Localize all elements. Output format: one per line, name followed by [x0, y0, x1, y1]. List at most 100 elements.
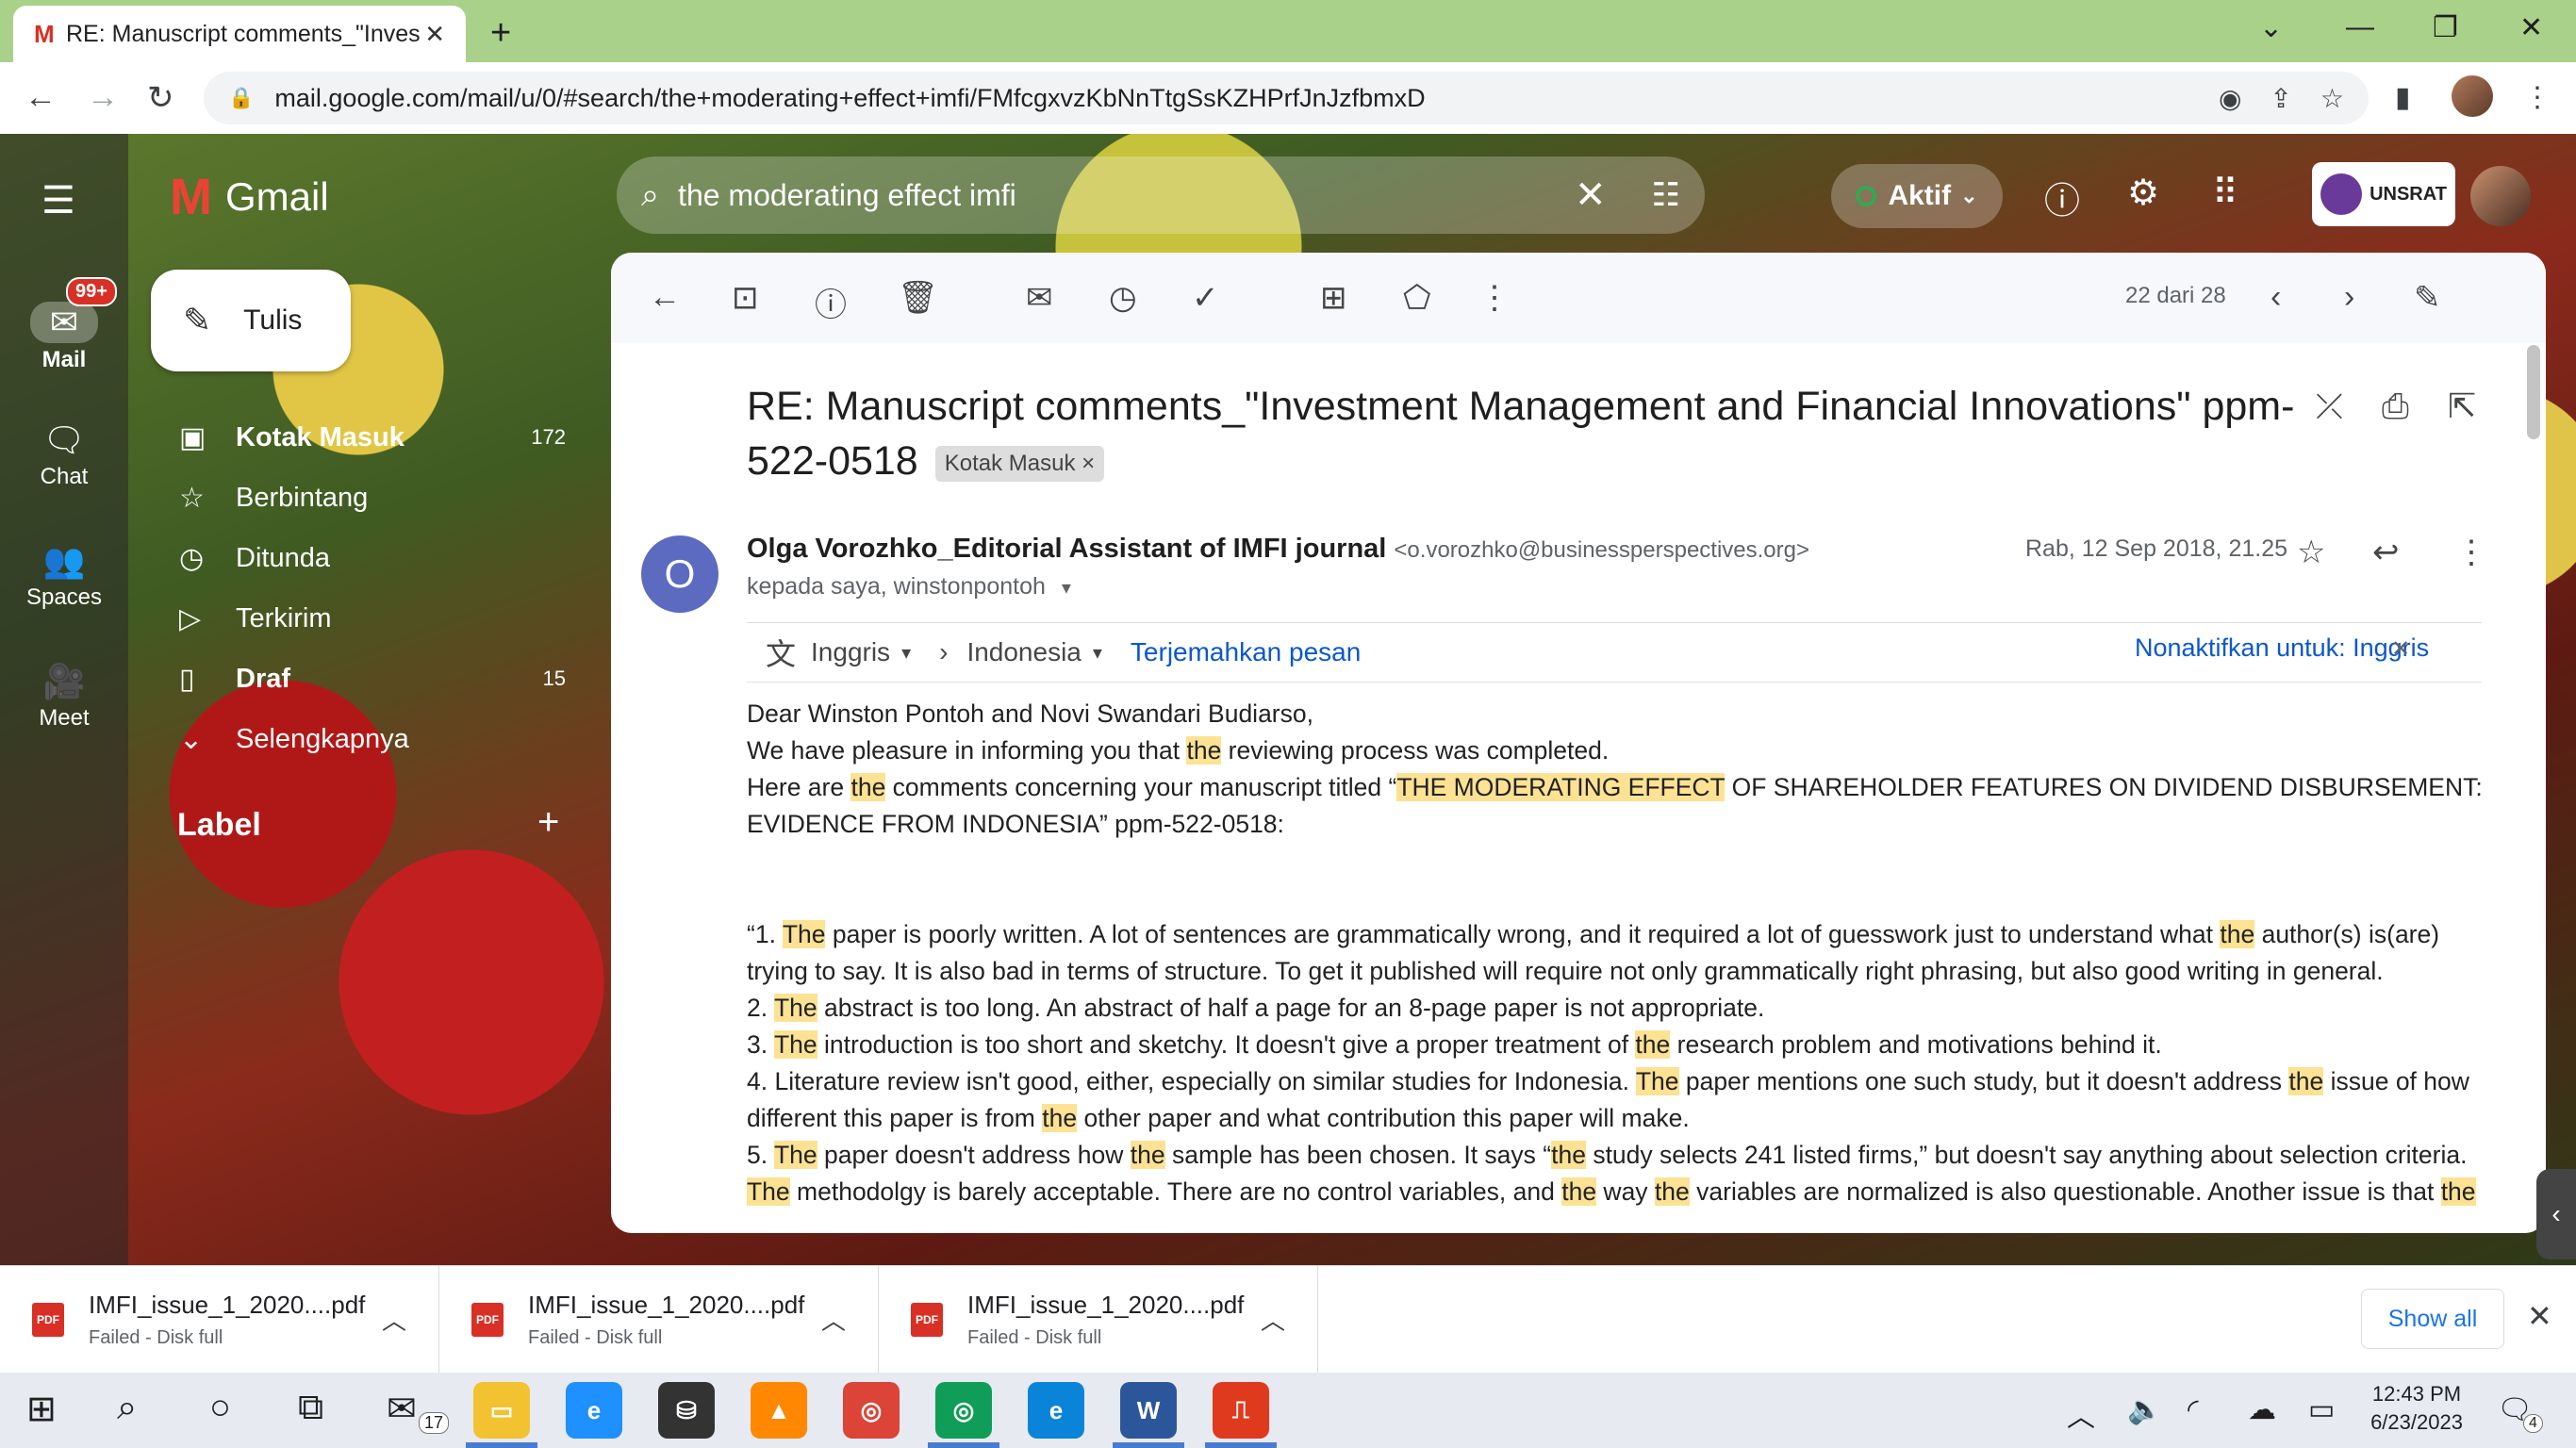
minimize-icon[interactable]: —: [2346, 11, 2374, 43]
mail-app-icon[interactable]: ✉: [387, 1388, 417, 1430]
edge-icon[interactable]: e: [1028, 1382, 1084, 1439]
reload-icon[interactable]: ↻: [147, 79, 174, 117]
status-button[interactable]: Aktif ⌄: [1831, 164, 2003, 228]
chevron-down-icon[interactable]: ▾: [1093, 641, 1102, 665]
inbox-label-chip[interactable]: Kotak Masuk ×: [934, 445, 1105, 482]
search-icon[interactable]: ⌕: [641, 177, 659, 214]
chrome-icon[interactable]: ◎: [843, 1382, 900, 1439]
nav-drafts[interactable]: ▯ Draf 15: [179, 652, 575, 705]
main-menu-icon[interactable]: ☰: [41, 179, 75, 222]
tray-overflow-icon[interactable]: ︿: [2067, 1393, 2095, 1435]
collapse-all-icon[interactable]: ⤫: [2316, 387, 2343, 427]
side-panel-icon[interactable]: ▮: [2395, 81, 2411, 114]
close-window-icon[interactable]: ✕: [2519, 11, 2543, 44]
store-icon[interactable]: ⛁: [658, 1382, 715, 1439]
label-icon[interactable]: ⬠: [1403, 279, 1431, 317]
scrollbar-thumb[interactable]: [2527, 345, 2540, 439]
back-to-list-icon[interactable]: ←: [649, 279, 681, 316]
sender-avatar[interactable]: O: [641, 535, 718, 613]
internet-explorer-icon[interactable]: e: [566, 1382, 622, 1439]
vlc-icon[interactable]: ▲: [751, 1382, 807, 1439]
system-clock[interactable]: 12:43 PM 6/23/2023: [2365, 1380, 2469, 1437]
battery-icon[interactable]: ▭: [2308, 1393, 2335, 1426]
download-item[interactable]: PDF IMFI_issue_1_2020....pdf Failed - Di…: [879, 1266, 1318, 1374]
sender-name[interactable]: Olga Vorozhko_Editorial Assistant of IMF…: [747, 534, 1386, 564]
rail-chat[interactable]: 🗨 Chat: [0, 420, 128, 490]
chrome-profile-icon[interactable]: ◎: [935, 1382, 992, 1439]
open-new-window-icon[interactable]: ⇱: [2448, 387, 2476, 426]
pdf-reader-icon[interactable]: ⎍: [1213, 1382, 1269, 1439]
bookmark-star-icon[interactable]: ☆: [2320, 83, 2344, 114]
chrome-menu-icon[interactable]: ⋮: [2523, 81, 2551, 114]
recipients-line[interactable]: kepada saya, winstonpontoh ▾: [747, 573, 1071, 601]
close-translate-icon[interactable]: ✕: [2391, 635, 2410, 663]
target-language-select[interactable]: Indonesia: [966, 637, 1081, 667]
file-explorer-icon[interactable]: ▭: [473, 1382, 530, 1439]
new-tab-icon[interactable]: +: [490, 13, 511, 54]
input-tools-icon[interactable]: ✎: [2414, 279, 2441, 317]
cortana-icon[interactable]: ○: [209, 1388, 231, 1428]
gmail-logo[interactable]: M Gmail: [170, 168, 329, 226]
profile-avatar[interactable]: [2452, 75, 2493, 117]
print-icon[interactable]: ⎙: [2382, 387, 2409, 427]
report-spam-icon[interactable]: ⓘ: [815, 279, 847, 325]
nav-inbox[interactable]: ▣ Kotak Masuk 172: [179, 411, 575, 464]
restore-icon[interactable]: ❐: [2433, 11, 2458, 44]
rail-mail[interactable]: ✉ Mail: [0, 302, 128, 373]
older-icon[interactable]: ›: [2344, 279, 2354, 316]
archive-icon[interactable]: ⊡: [732, 279, 759, 317]
nav-sent[interactable]: ▷ Terkirim: [179, 592, 575, 645]
reply-icon[interactable]: ↩: [2372, 534, 2400, 571]
delete-icon[interactable]: 🗑: [898, 279, 938, 317]
source-language-select[interactable]: Inggris: [811, 637, 890, 667]
tab-search-icon[interactable]: ⌄: [2259, 11, 2283, 44]
mark-unread-icon[interactable]: ✉: [1026, 279, 1053, 317]
side-panel-toggle-icon[interactable]: ‹: [2536, 1169, 2576, 1259]
org-logo[interactable]: UNSRAT: [2312, 162, 2455, 226]
search-bar[interactable]: ⌕ the moderating effect imfi ✕ ☷: [617, 156, 1705, 234]
recipients-dropdown-icon[interactable]: ▾: [1062, 578, 1071, 599]
chevron-up-icon[interactable]: ︿: [1261, 1302, 1285, 1337]
search-input[interactable]: the moderating effect imfi: [678, 178, 1575, 213]
nav-starred[interactable]: ☆ Berbintang: [179, 471, 575, 524]
share-icon[interactable]: ⇪: [2270, 83, 2291, 114]
task-view-icon[interactable]: ⧉: [298, 1388, 323, 1428]
rail-meet[interactable]: 🎥 Meet: [0, 662, 128, 732]
add-task-icon[interactable]: ✓: [1192, 279, 1219, 317]
volume-icon[interactable]: 🔈: [2127, 1393, 2162, 1426]
help-icon[interactable]: ⓘ: [2044, 172, 2080, 223]
search-icon[interactable]: ⌕: [117, 1388, 137, 1428]
remove-label-icon[interactable]: ×: [1082, 451, 1095, 476]
rail-spaces[interactable]: 👥 Spaces: [0, 541, 128, 611]
add-label-icon[interactable]: +: [537, 801, 559, 844]
newer-icon[interactable]: ‹: [2271, 279, 2281, 316]
lock-icon[interactable]: 🔒: [228, 86, 254, 110]
nav-more[interactable]: ⌄ Selengkapnya: [179, 713, 575, 765]
browser-tab[interactable]: M RE: Manuscript comments_"Inves ✕: [13, 6, 466, 62]
disable-translate-link[interactable]: Nonaktifkan untuk: Inggris: [2135, 634, 2429, 663]
tracking-icon[interactable]: ◉: [2219, 83, 2241, 114]
clear-search-icon[interactable]: ✕: [1575, 173, 1607, 217]
settings-gear-icon[interactable]: ⚙: [2127, 172, 2159, 214]
close-tab-icon[interactable]: ✕: [424, 20, 445, 49]
show-all-button[interactable]: Show all: [2361, 1289, 2504, 1349]
apps-grid-icon[interactable]: ⠿: [2212, 172, 2238, 214]
move-to-icon[interactable]: ⊞: [1320, 279, 1347, 317]
chevron-down-icon[interactable]: ▾: [901, 641, 911, 665]
star-icon[interactable]: ☆: [2297, 534, 2325, 571]
translate-message-link[interactable]: Terjemahkan pesan: [1131, 637, 1361, 667]
url-field[interactable]: 🔒 mail.google.com/mail/u/0/#search/the+m…: [204, 72, 2369, 124]
search-options-icon[interactable]: ☷: [1652, 176, 1680, 214]
windows-start-icon[interactable]: ⊞: [26, 1388, 57, 1430]
download-item[interactable]: PDF IMFI_issue_1_2020....pdf Failed - Di…: [0, 1266, 439, 1374]
account-avatar[interactable]: [2470, 166, 2531, 226]
chevron-up-icon[interactable]: ︿: [382, 1302, 406, 1337]
more-vert-icon[interactable]: ⋮: [2455, 534, 2487, 571]
snooze-icon[interactable]: ◷: [1109, 279, 1137, 317]
onedrive-icon[interactable]: ☁: [2248, 1393, 2276, 1426]
more-options-icon[interactable]: ⋮: [1478, 279, 1511, 317]
back-icon[interactable]: ←: [25, 79, 57, 116]
forward-icon[interactable]: →: [87, 79, 119, 116]
close-downloads-icon[interactable]: ✕: [2527, 1298, 2552, 1334]
nav-snoozed[interactable]: ◷ Ditunda: [179, 532, 575, 584]
